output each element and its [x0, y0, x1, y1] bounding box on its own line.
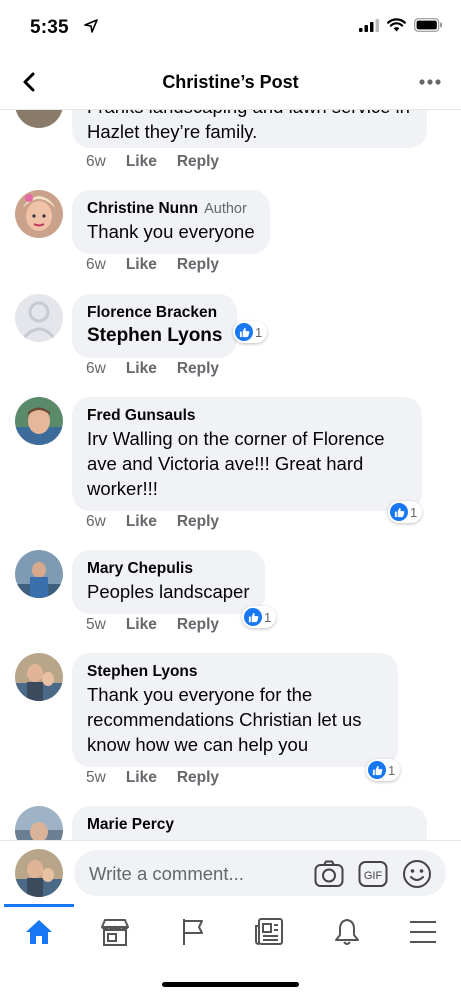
comment-input[interactable]: Write a comment... GIF: [74, 850, 446, 896]
reply-button[interactable]: Reply: [177, 153, 219, 171]
status-time: 5:35: [30, 17, 69, 38]
comment-actions: 5w Like Reply: [86, 769, 219, 787]
wifi-icon: [387, 18, 406, 32]
hamburger-menu-icon: [410, 921, 436, 943]
comment-text: Peoples landscaper: [87, 581, 250, 602]
status-bar: 5:35: [0, 0, 461, 54]
comment-time: 5w: [86, 616, 106, 633]
reaction-count[interactable]: 1: [242, 606, 277, 628]
comment-actions: 5w Like Reply: [86, 616, 219, 634]
commenter-avatar[interactable]: [15, 190, 63, 238]
comment-text: Franks landscaping and lawn service in H…: [87, 110, 410, 142]
comment-time: 6w: [86, 153, 106, 170]
comment-bubble[interactable]: Franks landscaping and lawn service in H…: [72, 110, 427, 148]
marketplace-icon: [101, 919, 129, 946]
avatar-photo: [15, 653, 63, 701]
reaction-count[interactable]: 1: [388, 501, 423, 523]
emoji-icon[interactable]: [402, 859, 432, 889]
like-button[interactable]: Like: [126, 769, 157, 787]
comment-text: Irv Walling on the corner of Florence av…: [87, 428, 385, 499]
post-header: Christine’s Post: [0, 54, 461, 110]
home-indicator: [162, 982, 299, 987]
avatar-photo: [15, 806, 63, 840]
tab-news[interactable]: [249, 914, 289, 950]
tab-marketplace[interactable]: [95, 914, 135, 950]
like-reaction-icon: [390, 503, 408, 521]
my-avatar: [15, 849, 63, 897]
commenter-avatar[interactable]: [15, 653, 63, 701]
commenter-avatar[interactable]: [15, 550, 63, 598]
like-button[interactable]: Like: [126, 153, 157, 171]
comment-time: 6w: [86, 360, 106, 377]
comment-time: 5w: [86, 769, 106, 786]
gif-icon[interactable]: GIF: [358, 860, 388, 888]
home-icon: [26, 920, 52, 944]
like-button[interactable]: Like: [126, 256, 157, 274]
comment-author[interactable]: Florence Bracken: [87, 303, 222, 323]
comment-input-placeholder: Write a comment...: [89, 863, 244, 884]
bell-icon: [335, 919, 359, 945]
news-icon: [255, 918, 283, 945]
reply-button[interactable]: Reply: [177, 256, 219, 274]
comments-list: Franks landscaping and lawn service in H…: [0, 110, 461, 840]
comment-text: Thank you everyone for the recommendatio…: [87, 684, 362, 755]
avatar-photo: [15, 190, 63, 238]
location-arrow-icon: [84, 19, 98, 33]
reaction-count[interactable]: 1: [366, 759, 401, 781]
tab-pages[interactable]: [173, 914, 213, 950]
comment-composer: Write a comment... GIF: [0, 840, 461, 904]
comment-author[interactable]: Christine Nunn Author: [87, 199, 255, 219]
commenter-avatar[interactable]: [15, 397, 63, 445]
commenter-avatar[interactable]: [15, 294, 63, 342]
comment-author[interactable]: Marie Percy: [87, 815, 412, 835]
comment-bubble[interactable]: Marie Percy: [72, 806, 427, 840]
like-button[interactable]: Like: [126, 360, 157, 378]
reply-button[interactable]: Reply: [177, 513, 219, 531]
comment-actions: 6w Like Reply: [86, 360, 219, 378]
comment-bubble[interactable]: Christine Nunn Author Thank you everyone: [72, 190, 270, 254]
author-badge: Author: [204, 201, 247, 217]
comment-author[interactable]: Mary Chepulis: [87, 559, 250, 579]
flag-icon: [183, 919, 203, 945]
camera-icon[interactable]: [314, 860, 344, 888]
signal-icon: [359, 18, 379, 32]
tab-menu[interactable]: [403, 914, 443, 950]
comment-text: Thank you everyone: [87, 221, 255, 242]
battery-icon: [414, 18, 442, 32]
default-avatar-icon: [15, 294, 63, 342]
svg-text:GIF: GIF: [364, 870, 383, 882]
like-reaction-icon: [235, 323, 253, 341]
reaction-count[interactable]: 1: [233, 321, 268, 343]
bottom-tab-bar: [0, 904, 461, 962]
more-options-icon[interactable]: [417, 70, 443, 94]
tab-notifications[interactable]: [327, 914, 367, 950]
comment-time: 6w: [86, 513, 106, 530]
comment-actions: 6w Like Reply: [86, 256, 219, 274]
comment-author[interactable]: Stephen Lyons: [87, 662, 383, 682]
reply-button[interactable]: Reply: [177, 360, 219, 378]
mentioned-name[interactable]: Stephen Lyons: [87, 323, 222, 348]
reply-button[interactable]: Reply: [177, 769, 219, 787]
comment-bubble[interactable]: Mary Chepulis Peoples landscaper: [72, 550, 265, 614]
reply-button[interactable]: Reply: [177, 616, 219, 634]
comment-bubble[interactable]: Stephen Lyons Thank you everyone for the…: [72, 653, 398, 767]
comment-actions: 6w Like Reply: [86, 153, 219, 171]
comment-author[interactable]: Fred Gunsauls: [87, 406, 407, 426]
comment-bubble[interactable]: Fred Gunsauls Irv Walling on the corner …: [72, 397, 422, 511]
active-tab-indicator: [4, 904, 74, 907]
commenter-avatar[interactable]: [15, 110, 63, 128]
comment-bubble[interactable]: Florence Bracken Stephen Lyons: [72, 294, 238, 358]
like-button[interactable]: Like: [126, 616, 157, 634]
like-button[interactable]: Like: [126, 513, 157, 531]
commenter-avatar[interactable]: [15, 806, 63, 840]
avatar-photo: [15, 849, 63, 897]
like-reaction-icon: [368, 761, 386, 779]
page-title: Christine’s Post: [162, 72, 299, 92]
like-reaction-icon: [244, 608, 262, 626]
avatar-photo: [15, 397, 63, 445]
comment-time: 6w: [86, 256, 106, 273]
tab-home[interactable]: [19, 914, 59, 950]
comment-actions: 6w Like Reply: [86, 513, 219, 531]
avatar-photo: [15, 550, 63, 598]
